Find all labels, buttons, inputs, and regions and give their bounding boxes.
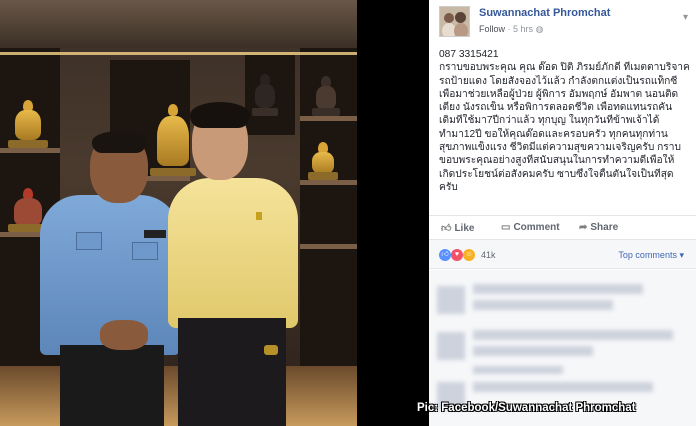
photo-ceiling — [0, 0, 357, 48]
share-label: Share — [590, 222, 619, 233]
follow-link[interactable]: Follow — [479, 24, 505, 34]
like-label: Like — [454, 223, 475, 234]
comment-blur — [473, 284, 643, 294]
comment-avatar-blur — [437, 286, 465, 314]
post-meta: Follow · 5 hrs ◍ — [479, 24, 543, 35]
post-line: เตียง นั่งรถเข็น หรือพิการตลอดชีวิต เพื่… — [439, 102, 673, 114]
haha-reaction-icon[interactable]: ☺ — [463, 249, 475, 261]
post-line: สุขภาพแข็งแรง ชีวิตมีแต่ความสุขความเจริญ… — [439, 142, 681, 154]
post-line: ครับ — [439, 181, 458, 193]
author-name[interactable]: Suwannachat Phromchat — [479, 7, 610, 19]
buddha-statue — [8, 96, 48, 148]
photo-plank — [0, 148, 60, 153]
comment-blur — [473, 300, 613, 310]
post-time[interactable]: 5 hrs — [513, 24, 533, 34]
comment-blur — [473, 346, 593, 356]
post-photo[interactable] — [0, 0, 357, 426]
post-line: กราบขอบพระคุณ คุณ ด๊อด ปิติ ภิรมย์ภักดี … — [439, 62, 689, 74]
comment-avatar-blur — [437, 332, 465, 360]
photo-plank — [300, 116, 357, 121]
buddha-statue — [308, 140, 338, 180]
comment-label: Comment — [513, 222, 560, 233]
buddha-statue — [150, 96, 196, 176]
post-header: Suwannachat Phromchat Follow · 5 hrs ◍ ▾ — [429, 0, 696, 44]
like-reaction-icon[interactable]: 👍︎ — [439, 249, 451, 261]
avatar[interactable] — [439, 6, 470, 37]
share-button[interactable]: ➦ Share — [579, 222, 618, 233]
buddha-statue — [312, 74, 340, 116]
facebook-post-panel: Suwannachat Phromchat Follow · 5 hrs ◍ ▾… — [429, 0, 696, 426]
share-icon: ➦ — [579, 222, 588, 233]
post-body: 087 3315421 กราบขอบพระคุณ คุณ ด๊อด ปิติ … — [439, 48, 689, 194]
comment-button[interactable]: ▭ Comment — [501, 222, 560, 233]
chevron-down-icon[interactable]: ▾ — [683, 12, 688, 23]
photo-light-strip — [0, 52, 357, 55]
photo-plank — [300, 180, 357, 185]
post-line: เพื่อมาช่วยเหลือผู้ป่วย ผู้พิการ อัมพฤกษ… — [439, 88, 679, 100]
reactions-bar: 👍︎ ♥ ☺ 41k Top comments ▾ — [429, 239, 696, 269]
photo-plank — [300, 244, 357, 249]
love-reaction-icon[interactable]: ♥ — [451, 249, 463, 261]
post-line: รถป้ายแดง โดยสั่งจองไว้แล้ว กำลังตกแต่งเ… — [439, 75, 678, 87]
comment-blur — [473, 382, 653, 392]
post-line: ทำมา12ปี ขอให้คุณด๊อดและครอบครัว ทุกคนทุ… — [439, 128, 668, 140]
buddha-statue — [252, 72, 278, 116]
top-comments-label: Top comments — [618, 250, 677, 260]
post-action-bar: 👍︎ Like ▭ Comment ➦ Share — [429, 215, 696, 239]
post-line: เดิมที่ใช้มา7ปีกว่าแล้ว ทุกบุญ ในทุกวันท… — [439, 115, 660, 127]
post-line: เกิดประโยชน์ต่อสังคมครับ ซาบซึ้งใจตื้นตั… — [439, 168, 674, 180]
chevron-down-icon: ▾ — [679, 250, 684, 260]
reaction-count[interactable]: 41k — [481, 250, 496, 260]
post-line: ขอบพระคุณอย่างสูงที่สนับสนุนในการทำความด… — [439, 155, 675, 167]
photo-credit-caption: Pic: Facebook/Suwannachat Phromchat — [417, 402, 636, 414]
top-comments-dropdown[interactable]: Top comments ▾ — [618, 250, 684, 261]
thumbs-up-icon: 👍︎ — [441, 223, 452, 234]
globe-icon: ◍ — [535, 24, 544, 34]
comment-blur — [473, 330, 673, 340]
post-line: 087 3315421 — [439, 49, 499, 60]
comment-blur — [473, 366, 563, 374]
like-button[interactable]: 👍︎ Like — [441, 222, 474, 234]
comment-icon: ▭ — [501, 222, 511, 233]
